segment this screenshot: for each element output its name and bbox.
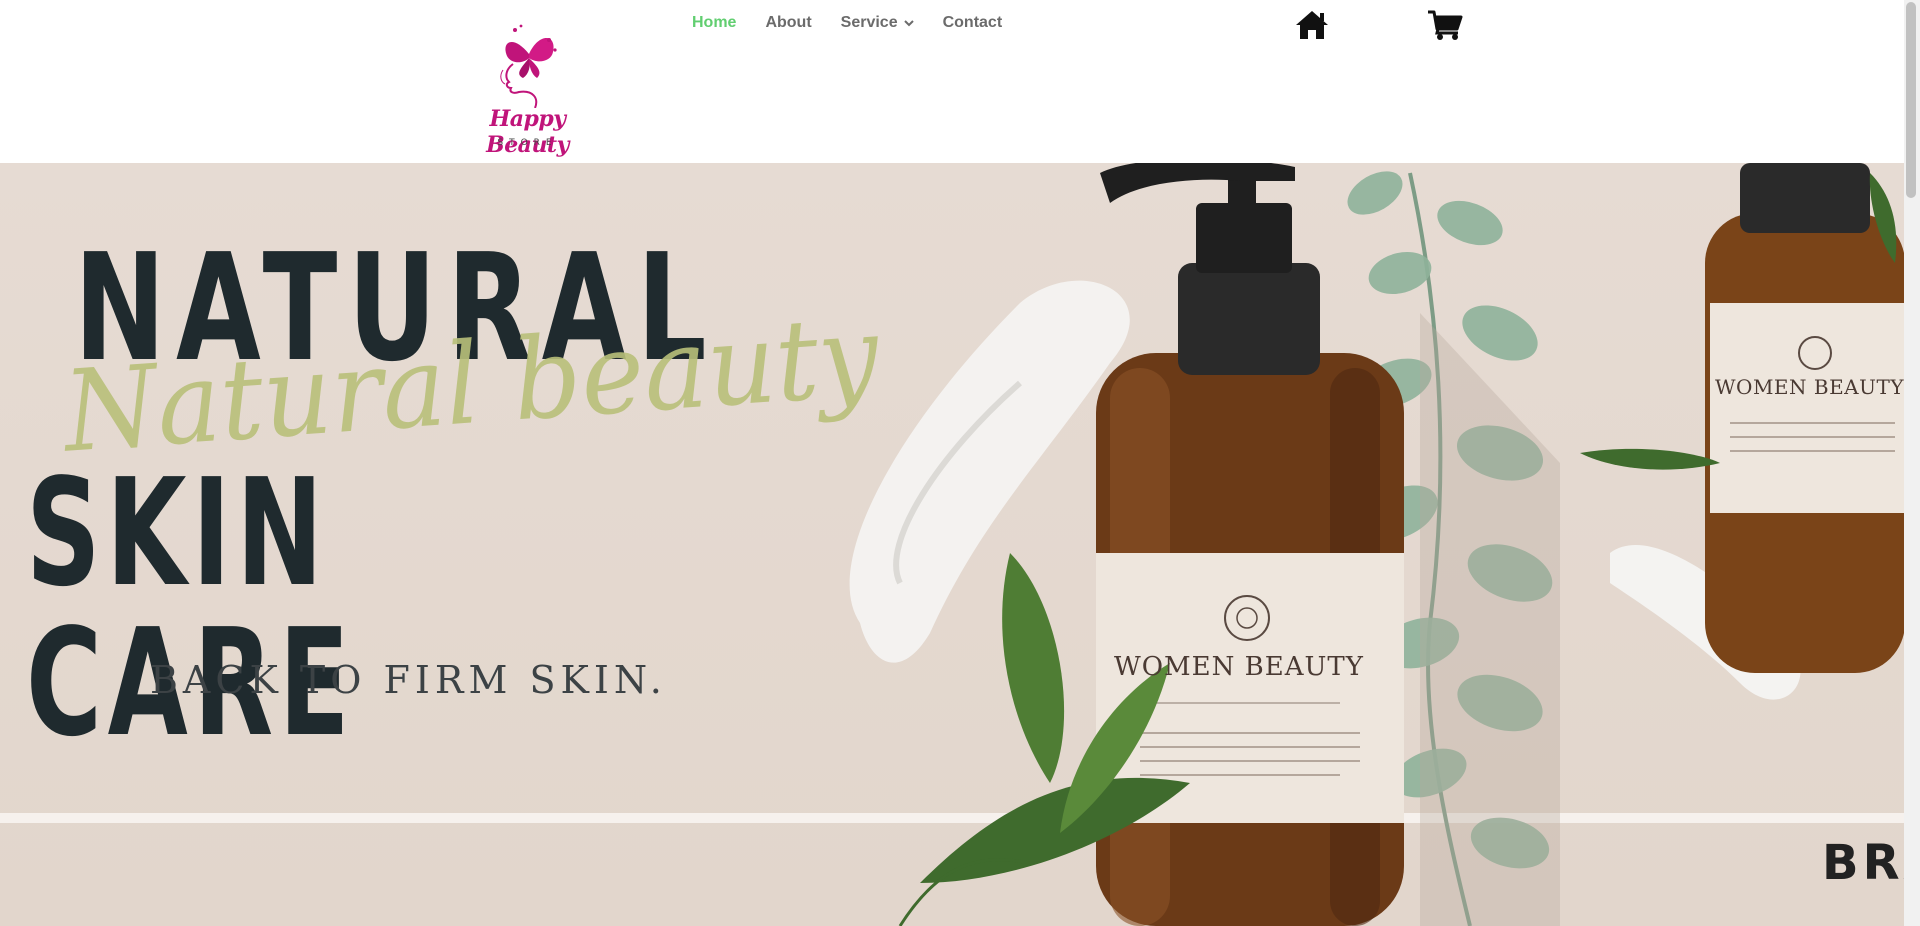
nav-item-label: About bbox=[765, 14, 812, 31]
site-logo[interactable]: Happy Beauty STORE bbox=[455, 24, 600, 158]
logo-brand-name: Happy Beauty bbox=[486, 106, 569, 158]
logo-subtitle: STORE bbox=[497, 138, 558, 148]
chevron-down-icon bbox=[903, 20, 914, 27]
scrollbar-thumb[interactable] bbox=[1906, 2, 1916, 198]
hero-banner: NATURAL SKIN CARE Natural beauty BACK TO… bbox=[0, 163, 1904, 926]
cart-icon[interactable] bbox=[1427, 9, 1463, 41]
butterfly-woman-logo-icon bbox=[500, 24, 557, 108]
nav-item-label: Contact bbox=[942, 14, 1003, 31]
nav-item-contact[interactable]: Contact bbox=[943, 12, 1003, 34]
nav-item-about[interactable]: About bbox=[765, 12, 811, 34]
site-header: Happy Beauty STORE Home About Service Co… bbox=[0, 0, 1904, 163]
hero-headline-skin-care: SKIN CARE bbox=[26, 447, 356, 769]
nav-item-service[interactable]: Service bbox=[841, 12, 914, 34]
nav-item-home[interactable]: Home bbox=[692, 12, 736, 34]
home-icon[interactable] bbox=[1294, 9, 1330, 41]
nav-item-label: Service bbox=[840, 14, 898, 31]
product-label-small: WOMEN BEAUTY bbox=[1715, 375, 1904, 399]
nav-item-label: Home bbox=[692, 14, 737, 31]
main-nav: Home About Service Contact bbox=[692, 12, 1031, 34]
page: Happy Beauty STORE Home About Service Co… bbox=[0, 0, 1920, 926]
product-label-main: WOMEN BEAUTY bbox=[1114, 652, 1364, 682]
hero-brand-partial: BRA bbox=[1822, 835, 1904, 891]
hero-tagline: BACK TO FIRM SKIN. bbox=[150, 658, 667, 702]
